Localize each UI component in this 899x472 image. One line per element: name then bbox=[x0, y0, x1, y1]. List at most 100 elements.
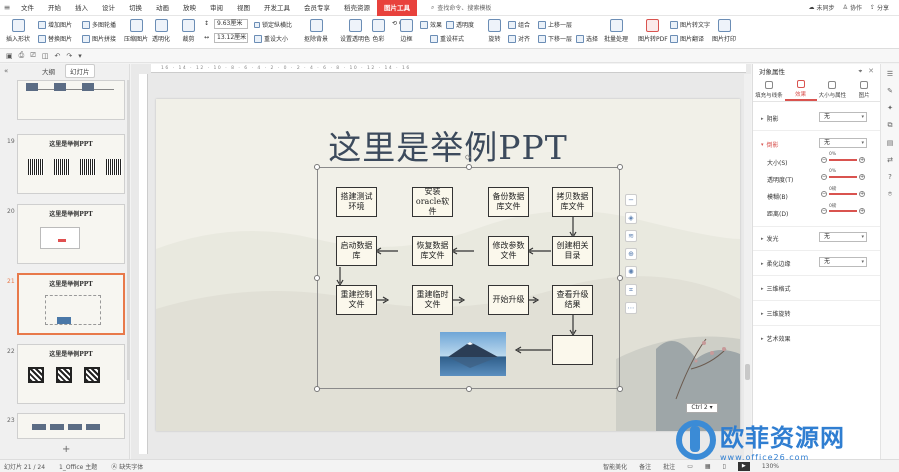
collapse-panel-icon[interactable]: « bbox=[4, 67, 8, 75]
shadow-dropdown[interactable]: 无 bbox=[819, 112, 867, 122]
flow-box[interactable]: 启动数据库 bbox=[336, 236, 377, 266]
minus-icon[interactable]: − bbox=[625, 194, 637, 206]
reset-style-button[interactable]: 重设样式 bbox=[430, 34, 464, 43]
property-icon[interactable]: ☰ bbox=[887, 70, 893, 78]
tab-outline[interactable]: 大纲 bbox=[38, 65, 59, 77]
panel-scrollbar[interactable] bbox=[127, 80, 130, 380]
add-image-button[interactable]: 增加图片 bbox=[38, 20, 72, 29]
cutout-button[interactable]: 抠除背景 bbox=[304, 19, 328, 43]
layers-icon[interactable]: ◈ bbox=[625, 212, 637, 224]
send-backward-button[interactable]: 下移一层 bbox=[538, 34, 572, 43]
set-transparent-color-button[interactable]: 设置透明色 bbox=[340, 19, 370, 43]
tab-effects[interactable]: 效果 bbox=[784, 78, 817, 101]
3d-format-section[interactable]: ▸ 三维格式 bbox=[761, 284, 791, 294]
reflection-section[interactable]: ▾ 倒影 bbox=[761, 140, 779, 150]
menu-review[interactable]: 审阅 bbox=[203, 0, 230, 16]
group-button[interactable]: 组合 bbox=[508, 20, 530, 29]
normal-view-icon[interactable]: ▭ bbox=[687, 463, 693, 470]
bring-forward-button[interactable]: 上移一层 bbox=[538, 20, 572, 29]
preview-icon[interactable]: ◫ bbox=[42, 52, 49, 60]
location-icon[interactable]: ⌾ bbox=[888, 190, 892, 199]
resize-handle[interactable] bbox=[617, 164, 623, 170]
sorter-view-icon[interactable]: ▦ bbox=[705, 463, 711, 470]
pin-icon[interactable]: ⌖ bbox=[858, 67, 862, 76]
rotate-button[interactable]: 旋转 bbox=[488, 19, 501, 43]
insert-shape-button[interactable]: 插入形状 bbox=[6, 19, 30, 43]
comments-button[interactable]: 批注 bbox=[663, 462, 675, 471]
ctrl-paste-tooltip[interactable]: Ctrl 2 ▾ bbox=[686, 403, 718, 413]
multi-image-button[interactable]: 多图轮播 bbox=[82, 20, 116, 29]
menu-animation[interactable]: 动画 bbox=[149, 0, 176, 16]
increase-icon[interactable]: + bbox=[859, 191, 865, 197]
slide-title[interactable]: 这里是举例PPT bbox=[156, 121, 740, 169]
rotate-handle-icon[interactable]: ⟳ bbox=[465, 153, 472, 162]
menu-picture-tools[interactable]: 图片工具 bbox=[377, 0, 417, 16]
increase-icon[interactable]: + bbox=[859, 174, 865, 180]
redo-icon[interactable]: ↷ bbox=[66, 52, 72, 60]
tab-slides[interactable]: 幻灯片 bbox=[65, 64, 95, 78]
transparency-slider[interactable]: −0% + bbox=[821, 169, 865, 180]
flow-box[interactable]: 查看升级结果 bbox=[552, 285, 593, 315]
tab-size-properties[interactable]: 大小与属性 bbox=[817, 78, 849, 101]
resize-handle[interactable] bbox=[314, 164, 320, 170]
missing-font-button[interactable]: Ⓐ 缺失字体 bbox=[111, 462, 143, 471]
menu-view[interactable]: 视图 bbox=[230, 0, 257, 16]
glow-dropdown[interactable]: 无 bbox=[819, 232, 867, 242]
flow-box[interactable]: 重建临时文件 bbox=[412, 285, 453, 315]
backup-icon[interactable]: ⧉ bbox=[888, 121, 893, 130]
flow-box[interactable]: 创建相关目录 bbox=[552, 236, 593, 266]
menu-member[interactable]: 会员专享 bbox=[297, 0, 337, 16]
artistic-effects-section[interactable]: ▸ 艺术效果 bbox=[761, 334, 791, 344]
resize-handle[interactable] bbox=[617, 386, 623, 392]
slide-canvas[interactable]: 这里是举例PPT ⟳ 搭建测试环境 安装oracle软件 备份数据库文件 拷贝数… bbox=[156, 99, 740, 431]
effect-button[interactable]: 效果 bbox=[420, 20, 442, 29]
magic-icon[interactable]: ✦ bbox=[887, 104, 893, 112]
to-text-button[interactable]: 图片转文字 bbox=[670, 20, 710, 29]
play-icon[interactable]: ▶ bbox=[737, 461, 750, 471]
reading-view-icon[interactable]: ▯ bbox=[723, 463, 726, 470]
scroll-thumb[interactable] bbox=[745, 364, 750, 380]
print-image-button[interactable]: 图片打印 bbox=[712, 19, 736, 43]
flow-box-empty[interactable] bbox=[552, 335, 593, 365]
canvas-scrollbar[interactable] bbox=[744, 74, 751, 459]
resize-handle[interactable] bbox=[466, 386, 472, 392]
glow-section[interactable]: ▸ 发光 bbox=[761, 234, 779, 244]
menu-file[interactable]: 文件 bbox=[14, 0, 41, 16]
blur-slider[interactable]: −0磅 + bbox=[821, 187, 865, 197]
style-icon[interactable]: ✎ bbox=[887, 87, 893, 95]
undo-icon[interactable]: ↶ bbox=[54, 52, 60, 60]
decrease-icon[interactable]: − bbox=[821, 157, 827, 163]
zoom-level[interactable]: 130% bbox=[762, 463, 779, 470]
crop-tool-icon[interactable]: ⌗ bbox=[625, 284, 637, 296]
sync-status[interactable]: ☁ 未同步 bbox=[809, 3, 835, 12]
menu-icon[interactable]: ≡ bbox=[0, 3, 14, 12]
transparent-button[interactable]: 透明化 bbox=[152, 19, 170, 43]
decrease-icon[interactable]: − bbox=[821, 208, 827, 214]
smart-beautify-button[interactable]: 智能美化 bbox=[603, 462, 627, 471]
flow-box[interactable]: 备份数据库文件 bbox=[488, 187, 529, 217]
flow-box[interactable]: 搭建测试环境 bbox=[336, 187, 377, 217]
crop-button[interactable]: 裁剪 bbox=[182, 19, 195, 43]
menu-insert[interactable]: 插入 bbox=[68, 0, 95, 16]
slide-thumbnail[interactable]: 这里是举例PPT bbox=[17, 134, 125, 194]
lock-ratio-checkbox[interactable]: 锁定纵横比 bbox=[254, 20, 292, 29]
size-slider[interactable]: −0% + bbox=[821, 152, 865, 163]
resize-handle[interactable] bbox=[466, 164, 472, 170]
soft-edge-dropdown[interactable]: 无 bbox=[819, 257, 867, 267]
3d-rotation-section[interactable]: ▸ 三维旋转 bbox=[761, 309, 791, 319]
select-button[interactable]: 选择 bbox=[576, 34, 598, 43]
shadow-section[interactable]: ▸ 阴影 bbox=[761, 114, 779, 124]
batch-button[interactable]: 批量处理 bbox=[604, 19, 628, 43]
increase-icon[interactable]: + bbox=[859, 157, 865, 163]
border-button[interactable]: 边框 bbox=[400, 19, 413, 43]
compress-button[interactable]: 压缩图片 bbox=[124, 19, 148, 43]
slide-thumbnail[interactable] bbox=[17, 80, 125, 120]
page-icon[interactable]: ▤ bbox=[887, 139, 894, 147]
decrease-icon[interactable]: − bbox=[821, 191, 827, 197]
to-pdf-button[interactable]: 图片转PDF bbox=[638, 19, 668, 43]
soft-edge-section[interactable]: ▸ 柔化边缘 bbox=[761, 259, 791, 269]
tab-picture[interactable]: 图片 bbox=[848, 78, 880, 101]
tab-fill-line[interactable]: 填充与线条 bbox=[753, 78, 785, 101]
slide-thumbnail[interactable]: 这里是举例PPT bbox=[17, 204, 125, 264]
reset-size-button[interactable]: 重设大小 bbox=[254, 34, 288, 43]
